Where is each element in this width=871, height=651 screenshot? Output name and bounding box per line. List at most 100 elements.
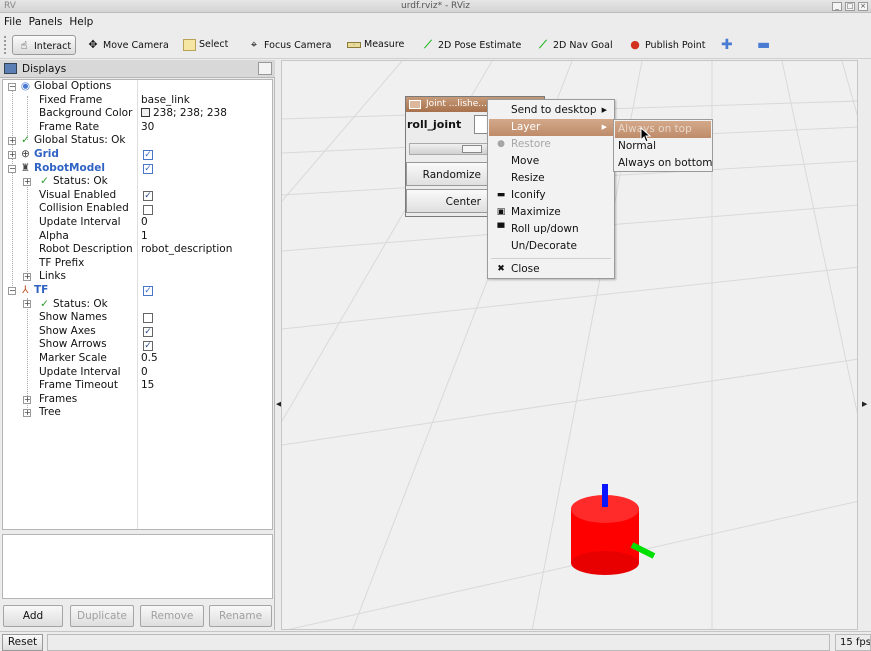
focus-camera-tool-button[interactable]: ⌖ Focus Camera	[247, 35, 332, 55]
menu-item-roll-up-down[interactable]: ▀ Roll up/down	[489, 221, 613, 238]
publish-point-tool-button[interactable]: ● Publish Point	[628, 35, 705, 55]
tree-row-frame-timeout[interactable]: Frame Timeout	[39, 379, 118, 393]
visual-enabled-checkbox[interactable]: ✓	[143, 191, 153, 201]
show-axes-checkbox[interactable]: ✓	[143, 327, 153, 337]
tree-row-show-names[interactable]: Show Names	[39, 311, 107, 325]
tree-row-global-options[interactable]: ◉ Global Options	[20, 80, 111, 94]
tree-row-alpha[interactable]: Alpha	[39, 230, 69, 244]
marker-scale-value[interactable]: 0.5	[141, 352, 158, 366]
tree-row-robotmodel[interactable]: ♜ RobotModel	[20, 162, 105, 176]
measure-tool-button[interactable]: · Measure	[347, 35, 404, 55]
add-tool-icon[interactable]: ✚	[721, 35, 733, 55]
tree-row-tree[interactable]: Tree	[39, 406, 61, 420]
roll-up-icon: ▀	[497, 224, 505, 234]
grid-enabled-checkbox[interactable]: ✓	[143, 150, 153, 160]
2d-nav-goal-tool-button[interactable]: ⟋ 2D Nav Goal	[536, 35, 612, 55]
joint-label: roll_joint	[407, 118, 462, 131]
submenu-item-normal[interactable]: Normal	[615, 138, 711, 155]
close-icon[interactable]: ×	[858, 2, 868, 11]
panel-float-button[interactable]	[258, 62, 272, 75]
tree-row-frame-rate[interactable]: Frame Rate	[39, 121, 99, 135]
expand-toggle[interactable]: −	[8, 165, 16, 173]
randomize-button[interactable]: Randomize	[406, 162, 488, 186]
fixed-frame-value[interactable]: base_link	[141, 94, 190, 108]
tree-row-tf[interactable]: ⅄ TF	[20, 284, 48, 298]
slider-handle[interactable]	[462, 145, 482, 153]
tree-row-update-interval[interactable]: Update Interval	[39, 216, 121, 230]
tree-row-robot-description[interactable]: Robot Description	[39, 243, 133, 257]
update-interval-value[interactable]: 0	[141, 216, 148, 230]
expand-toggle[interactable]: +	[23, 396, 31, 404]
background-color-value[interactable]: 238; 238; 238	[141, 107, 227, 121]
tree-row-visual-enabled[interactable]: Visual Enabled	[39, 189, 116, 203]
expand-toggle[interactable]: +	[8, 137, 16, 145]
expand-toggle[interactable]: +	[8, 151, 16, 159]
tree-row-marker-scale[interactable]: Marker Scale	[39, 352, 107, 366]
tree-row-tf-update-interval[interactable]: Update Interval	[39, 366, 121, 380]
interact-tool-button[interactable]: ☝ Interact	[12, 35, 77, 55]
maximize-icon[interactable]: □	[845, 2, 855, 11]
menu-file[interactable]: File	[0, 13, 25, 31]
frame-timeout-value[interactable]: 15	[141, 379, 154, 393]
rename-display-button[interactable]: Rename	[209, 605, 272, 627]
submenu-item-always-on-bottom[interactable]: Always on bottom	[615, 155, 713, 172]
joint-slider[interactable]	[409, 143, 489, 155]
expand-toggle[interactable]: +	[23, 300, 31, 308]
expand-toggle[interactable]: −	[8, 83, 16, 91]
duplicate-display-button[interactable]: Duplicate	[70, 605, 134, 627]
minimize-icon[interactable]: _	[832, 2, 842, 11]
tree-row-global-status[interactable]: ✓ Global Status: Ok	[20, 134, 125, 148]
tf-enabled-checkbox[interactable]: ✓	[143, 286, 153, 296]
window-menu-icon[interactable]	[409, 100, 421, 109]
tree-row-collision-enabled[interactable]: Collision Enabled	[39, 202, 129, 216]
menu-item-undecorate[interactable]: Un/Decorate	[489, 238, 613, 255]
menu-item-layer[interactable]: Layer ▶	[489, 119, 613, 136]
frame-rate-value[interactable]: 30	[141, 121, 154, 135]
alpha-value[interactable]: 1	[141, 230, 148, 244]
menu-item-restore[interactable]: ● Restore	[489, 136, 613, 153]
robot-description-value[interactable]: robot_description	[141, 243, 232, 257]
menu-item-send-to-desktop[interactable]: Send to desktop ▶	[489, 102, 613, 119]
show-arrows-checkbox[interactable]: ✓	[143, 341, 153, 351]
menu-separator	[491, 258, 611, 259]
menu-item-maximize[interactable]: ▣ Maximize	[489, 204, 613, 221]
expand-toggle[interactable]: +	[23, 273, 31, 281]
toolbar-grip[interactable]	[4, 36, 9, 54]
menu-panels[interactable]: Panels	[25, 13, 66, 31]
expand-toggle[interactable]: +	[23, 409, 31, 417]
select-tool-button[interactable]: Select	[183, 35, 228, 55]
layer-submenu: Always on top Normal Always on bottom	[613, 119, 713, 172]
menu-item-close[interactable]: ✖ Close	[489, 261, 613, 278]
reset-button[interactable]: Reset	[2, 634, 43, 651]
remove-tool-icon[interactable]: ▬	[757, 35, 770, 55]
remove-display-button[interactable]: Remove	[140, 605, 204, 627]
tree-row-robotmodel-status[interactable]: ✓ Status: Ok	[39, 175, 108, 189]
center-button[interactable]: Center	[406, 189, 488, 213]
menu-item-iconify[interactable]: ▬ Iconify	[489, 187, 613, 204]
submenu-item-always-on-top[interactable]: Always on top	[615, 121, 711, 138]
add-display-button[interactable]: Add	[3, 605, 63, 627]
tree-row-grid[interactable]: ⊕ Grid	[20, 148, 59, 162]
tree-row-tf-status[interactable]: ✓ Status: Ok	[39, 298, 108, 312]
tree-row-frames[interactable]: Frames	[39, 393, 77, 407]
show-names-checkbox[interactable]	[143, 313, 153, 323]
window-titlebar: RV urdf.rviz* - RViz _ □ ×	[0, 0, 871, 13]
tree-row-show-axes[interactable]: Show Axes	[39, 325, 96, 339]
2d-pose-estimate-tool-button[interactable]: ⟋ 2D Pose Estimate	[421, 35, 521, 55]
tree-row-tf-prefix[interactable]: TF Prefix	[39, 257, 84, 271]
tree-row-fixed-frame[interactable]: Fixed Frame	[39, 94, 102, 108]
robotmodel-enabled-checkbox[interactable]: ✓	[143, 164, 153, 174]
collision-enabled-checkbox[interactable]	[143, 205, 153, 215]
property-description-box	[2, 534, 273, 599]
tf-update-interval-value[interactable]: 0	[141, 366, 148, 380]
tree-row-links[interactable]: Links	[39, 270, 66, 284]
tree-row-background-color[interactable]: Background Color	[39, 107, 132, 121]
tree-row-show-arrows[interactable]: Show Arrows	[39, 338, 107, 352]
expand-toggle[interactable]: +	[23, 178, 31, 186]
right-collapse-handle[interactable]: ▶	[858, 60, 871, 630]
menu-item-resize[interactable]: Resize	[489, 170, 613, 187]
expand-toggle[interactable]: −	[8, 287, 16, 295]
move-camera-tool-button[interactable]: ✥ Move Camera	[86, 35, 168, 55]
menu-item-move[interactable]: Move	[489, 153, 613, 170]
menu-help[interactable]: Help	[65, 13, 96, 31]
